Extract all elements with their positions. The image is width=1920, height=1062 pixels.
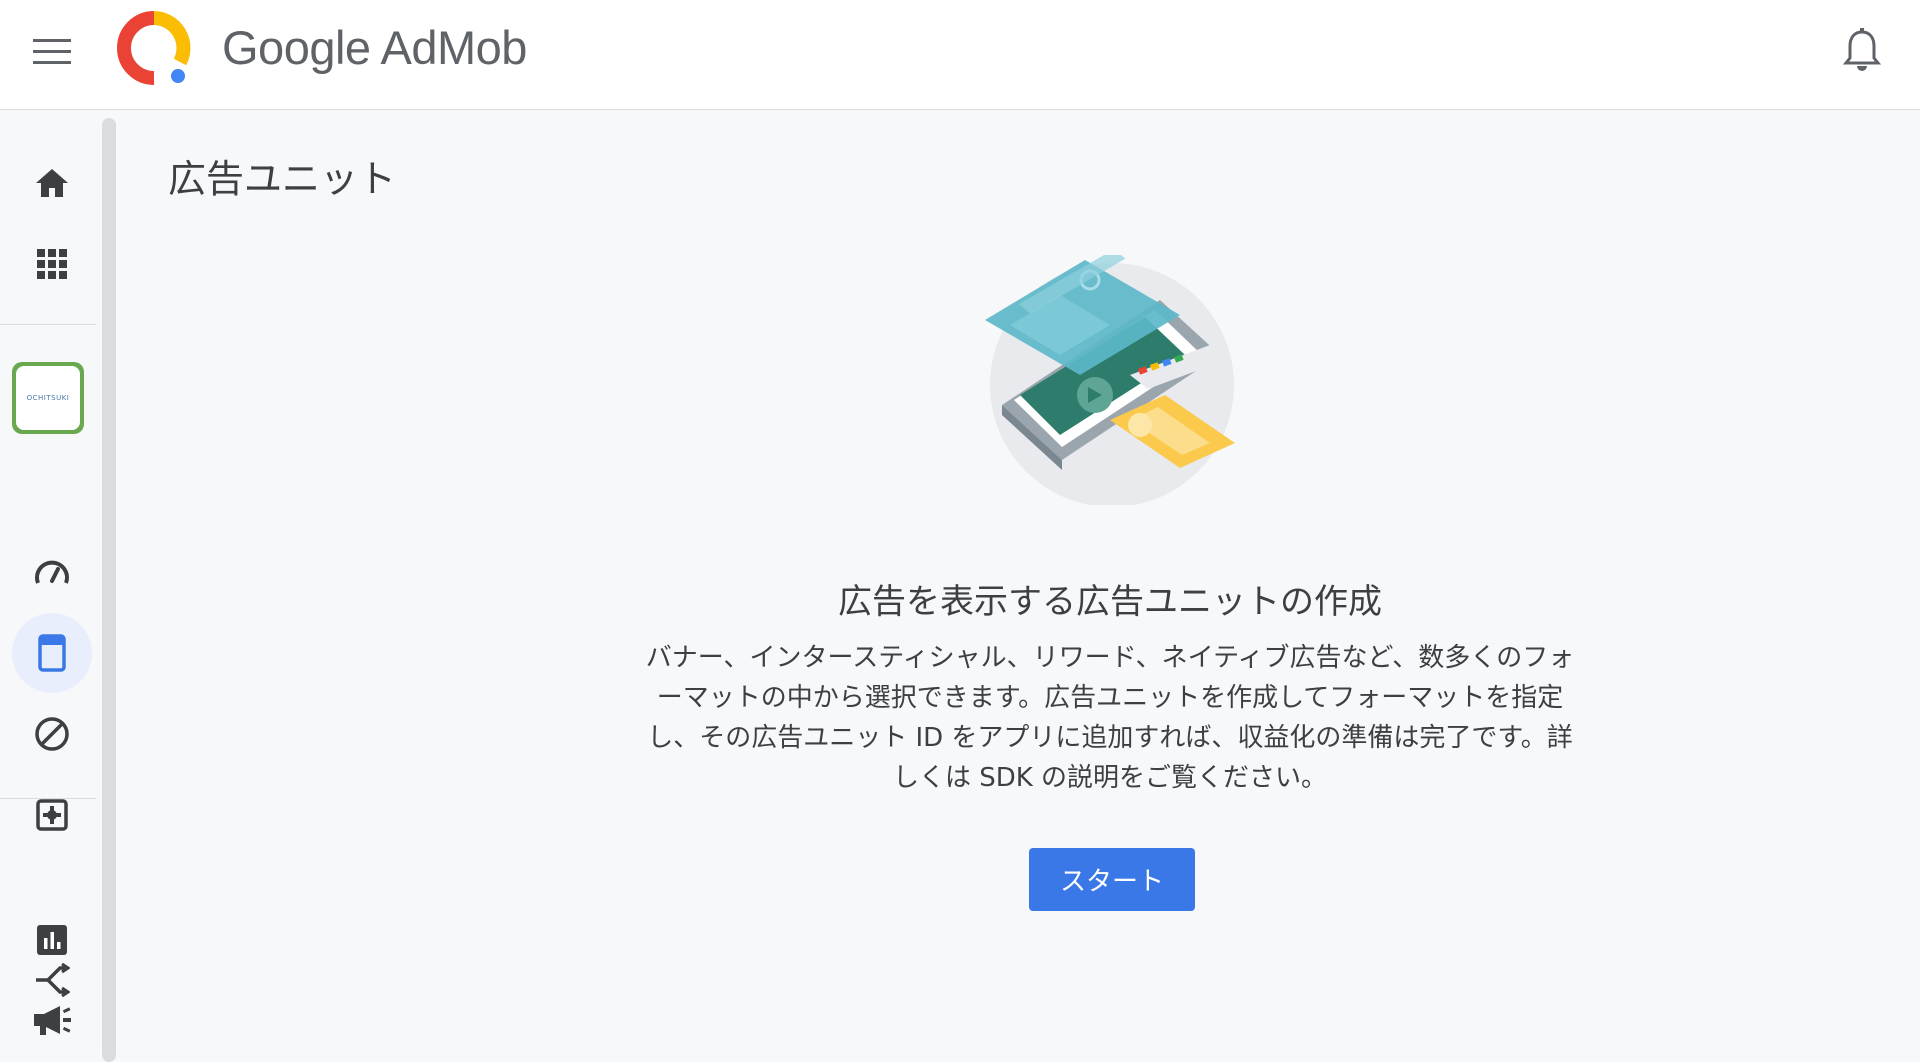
ad-formats-illustration — [980, 249, 1240, 507]
brand-wordmark: Google AdMob — [222, 20, 527, 75]
notifications-bell-icon[interactable] — [1834, 22, 1890, 78]
brand-google: Google — [222, 21, 371, 74]
sidebar-divider — [0, 798, 96, 799]
megaphone-icon[interactable] — [12, 980, 92, 1060]
home-icon[interactable] — [12, 143, 92, 223]
empty-state-title: 広告を表示する広告ユニットの作成 — [838, 582, 1382, 622]
apps-grid-icon[interactable] — [12, 224, 92, 304]
settings-box-icon[interactable] — [12, 775, 92, 855]
brand-product: AdMob — [380, 21, 528, 74]
sidebar-scrollbar[interactable] — [102, 118, 116, 1062]
block-icon[interactable] — [12, 694, 92, 774]
start-button[interactable]: スタート — [1029, 848, 1195, 911]
ad-unit-icon[interactable] — [12, 613, 92, 693]
speedometer-icon[interactable] — [12, 532, 92, 612]
top-app-bar: Google AdMob — [0, 0, 1920, 110]
menu-icon[interactable] — [26, 26, 78, 78]
navigation-rail: OCHITSUKI — [0, 111, 102, 1062]
sidebar-divider — [0, 324, 96, 325]
empty-state-description: バナー、インタースティシャル、リワード、ネイティブ広告など、数多くのフォーマット… — [645, 643, 1575, 793]
app-thumbnail-label: OCHITSUKI — [16, 366, 80, 430]
page-title: 広告ユニット — [168, 157, 397, 201]
app-thumbnail[interactable]: OCHITSUKI — [12, 362, 84, 434]
admob-logo[interactable] — [114, 10, 194, 90]
